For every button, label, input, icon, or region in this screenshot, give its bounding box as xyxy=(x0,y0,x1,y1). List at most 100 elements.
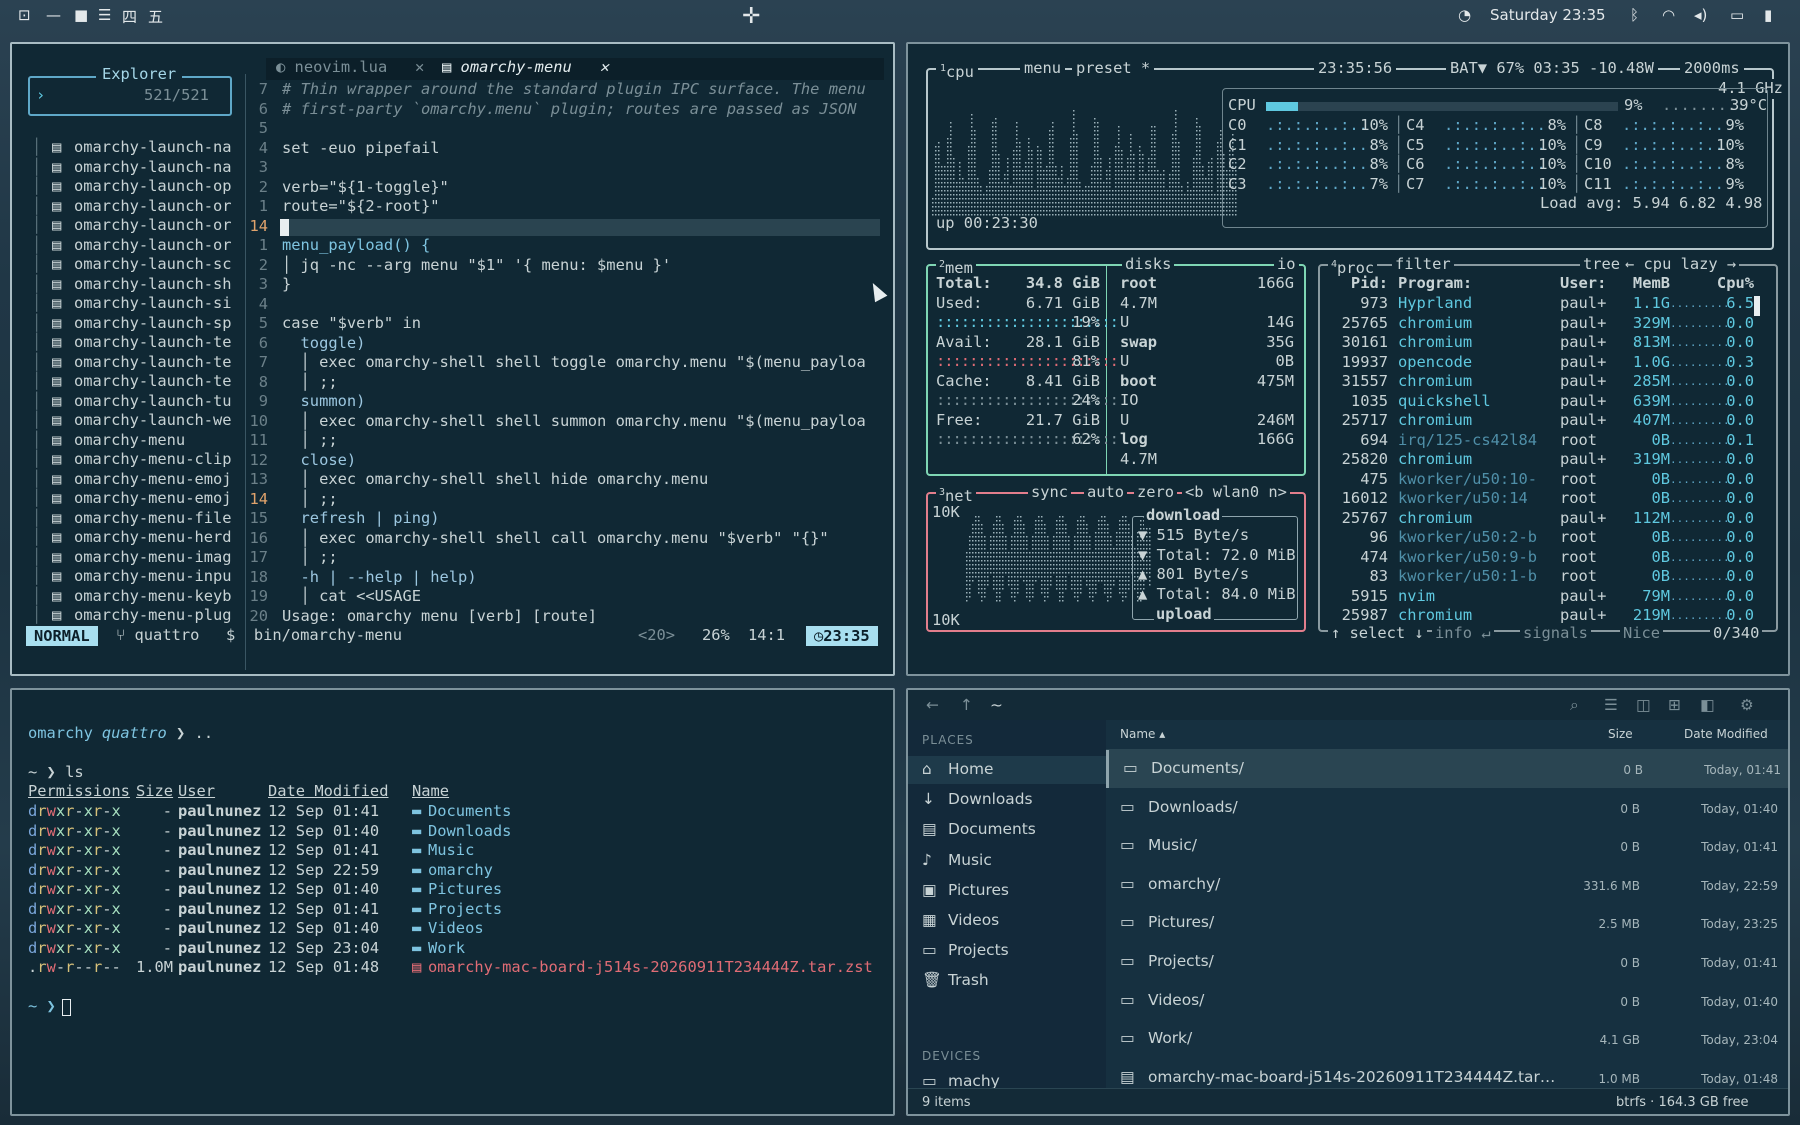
proc-cell[interactable]: 474 xyxy=(1328,548,1388,568)
tab-omarchy-menu[interactable]: ▤ omarchy-menu ✕ xyxy=(442,58,609,78)
proc-cell[interactable]: 25767 xyxy=(1328,509,1388,529)
workspace-3[interactable]: ☰ xyxy=(98,6,111,24)
proc-cell[interactable]: root xyxy=(1560,567,1620,587)
proc-sort[interactable]: ← cpu lazy → xyxy=(1622,255,1740,275)
fm-row[interactable]: ▭ Work/4.1 GB Today, 23:04 xyxy=(1106,1020,1788,1058)
bluetooth-icon[interactable]: ᛒ xyxy=(1630,6,1639,24)
proc-cell[interactable]: root xyxy=(1560,470,1620,490)
place-item[interactable]: ▣ Pictures xyxy=(908,877,1106,905)
proc-cell[interactable]: paul+ xyxy=(1560,606,1620,626)
list-view-icon[interactable]: ☰ xyxy=(1604,696,1618,716)
place-item[interactable]: ▦ Videos xyxy=(908,907,1106,935)
proc-cell[interactable]: 0B xyxy=(1620,489,1670,509)
proc-column-header[interactable]: User: xyxy=(1560,274,1620,294)
proc-cell[interactable]: 5915 xyxy=(1328,587,1388,607)
ls-name[interactable]: Documents xyxy=(428,802,511,822)
place-item[interactable]: ↓ Downloads xyxy=(908,786,1106,814)
fm-row[interactable]: ▭ Pictures/2.5 MB Today, 23:25 xyxy=(1106,904,1788,942)
workspace-4[interactable]: 四 xyxy=(122,6,137,27)
fm-row[interactable]: ▭ Videos/0 B Today, 01:40 xyxy=(1106,982,1788,1020)
grid-view-icon[interactable]: ⊞ xyxy=(1668,696,1681,716)
net-sync[interactable]: sync xyxy=(1028,483,1072,503)
ls-name[interactable]: omarchy xyxy=(428,861,493,881)
fm-row[interactable]: ▭ Downloads/0 B Today, 01:40 xyxy=(1106,789,1788,827)
proc-cell[interactable]: 0B xyxy=(1620,431,1670,451)
io-toggle[interactable]: io xyxy=(1274,255,1299,275)
ls-name[interactable]: Videos xyxy=(428,919,484,939)
proc-column-header[interactable]: Program: xyxy=(1398,274,1548,294)
proc-cell[interactable]: 1.1G xyxy=(1620,294,1670,314)
proc-cell[interactable]: root xyxy=(1560,528,1620,548)
proc-cell[interactable]: chromium xyxy=(1398,333,1548,353)
back-arrow-icon[interactable]: ← xyxy=(926,696,939,716)
app-grid-icon[interactable]: ⊡ xyxy=(18,6,31,24)
ls-name[interactable]: Downloads xyxy=(428,822,511,842)
proc-cell[interactable]: 16012 xyxy=(1328,489,1388,509)
up-arrow-icon[interactable]: ↑ xyxy=(960,696,973,716)
proc-cell[interactable]: kworker/u50:9-b xyxy=(1398,548,1548,568)
proc-scrollbar[interactable] xyxy=(1754,296,1760,316)
proc-cell[interactable]: 219M xyxy=(1620,606,1670,626)
proc-cell[interactable]: 1035 xyxy=(1328,392,1388,412)
cpu-tab[interactable]: 1cpu xyxy=(936,59,978,83)
proc-cell[interactable]: chromium xyxy=(1398,606,1548,626)
proc-cell[interactable]: kworker/u50:14 xyxy=(1398,489,1548,509)
workspace-1[interactable]: — xyxy=(46,6,61,24)
proc-cell[interactable]: paul+ xyxy=(1560,294,1620,314)
date-column[interactable]: Date Modified xyxy=(1684,725,1768,745)
proc-cell[interactable]: 0B xyxy=(1620,567,1670,587)
proc-cell[interactable]: 25820 xyxy=(1328,450,1388,470)
columns-view-icon[interactable]: ◫ xyxy=(1636,696,1651,716)
proc-cell[interactable]: 973 xyxy=(1328,294,1388,314)
proc-cell[interactable]: root xyxy=(1560,548,1620,568)
proc-cell[interactable]: 319M xyxy=(1620,450,1670,470)
proc-column-header[interactable]: Cpu% xyxy=(1708,274,1754,294)
proc-cell[interactable]: Hyprland xyxy=(1398,294,1548,314)
proc-cell[interactable]: 407M xyxy=(1620,411,1670,431)
idle-icon[interactable]: ◔ xyxy=(1458,6,1471,24)
place-item[interactable]: ▤ Documents xyxy=(908,816,1106,844)
terminal-window[interactable]: omarchy quattro ❯ .. ~ ❯ ls Permissions Size… xyxy=(10,688,895,1116)
proc-info[interactable]: info ↵ xyxy=(1432,624,1494,644)
ls-name[interactable]: Projects xyxy=(428,900,502,920)
tab-neovim-lua[interactable]: ◐ neovim.lua ✕ xyxy=(276,58,424,78)
btop-window[interactable]: 1cpu menu preset * 23:35:56 BAT▼ 67% 03:… xyxy=(906,42,1790,676)
preset-tab[interactable]: preset * xyxy=(1072,59,1155,79)
proc-cell[interactable]: 329M xyxy=(1620,314,1670,334)
ls-name[interactable]: omarchy-mac-board-j514s-20260911T234444Z… xyxy=(428,958,873,978)
proc-signals[interactable]: signals xyxy=(1520,624,1591,644)
proc-cell[interactable]: chromium xyxy=(1398,372,1548,392)
proc-cell[interactable]: 475 xyxy=(1328,470,1388,490)
proc-cell[interactable]: 0B xyxy=(1620,528,1670,548)
proc-cell[interactable]: paul+ xyxy=(1560,411,1620,431)
proc-cell[interactable]: 83 xyxy=(1328,567,1388,587)
proc-nice[interactable]: Nice xyxy=(1620,624,1664,644)
fm-row[interactable]: ▭ Music/0 B Today, 01:41 xyxy=(1106,827,1788,865)
proc-cell[interactable]: chromium xyxy=(1398,411,1548,431)
size-column[interactable]: Size xyxy=(1608,725,1633,745)
ls-name[interactable]: Work xyxy=(428,939,465,959)
ls-name[interactable]: Music xyxy=(428,841,474,861)
settings-sliders-icon[interactable]: ⚙ xyxy=(1740,696,1754,716)
place-item[interactable]: ♪ Music xyxy=(908,847,1106,875)
proc-filter[interactable]: filter xyxy=(1392,255,1454,275)
battery-icon[interactable]: ▮ xyxy=(1764,6,1772,24)
workspace-2[interactable]: ■ xyxy=(74,6,88,24)
fm-row[interactable]: ▭ Projects/0 B Today, 01:41 xyxy=(1106,943,1788,981)
fm-file-list[interactable]: ▭ Documents/0 B Today, 01:41 ▭ Downloads/0 B… xyxy=(1106,750,1788,1088)
fm-row[interactable]: ▭ Documents/0 B Today, 01:41 xyxy=(1106,750,1788,788)
proc-cell[interactable]: kworker/u50:2-b xyxy=(1398,528,1548,548)
proc-cell[interactable]: 30161 xyxy=(1328,333,1388,353)
proc-cell[interactable]: 0B xyxy=(1620,470,1670,490)
proc-cell[interactable]: 813M xyxy=(1620,333,1670,353)
menu-tab[interactable]: menu xyxy=(1020,59,1066,79)
proc-cell[interactable]: 0B xyxy=(1620,548,1670,568)
proc-cell[interactable]: 19937 xyxy=(1328,353,1388,373)
neovim-window[interactable]: Explorer › 521/521 │ ▤ omarchy-launch-na │ ▤… xyxy=(10,42,895,676)
place-item[interactable]: ▭ Projects xyxy=(908,937,1106,965)
file-manager-window[interactable]: ← ↑ ~ ⌕ ☰ ◫ ⊞ ◧ ⚙ PLACES ⌂ Home ↓ Downloads… xyxy=(906,688,1790,1116)
clock[interactable]: Saturday 23:35 xyxy=(1490,6,1606,24)
proc-column-header[interactable]: MemB xyxy=(1620,274,1670,294)
proc-cell[interactable]: 25765 xyxy=(1328,314,1388,334)
disks-title[interactable]: disks xyxy=(1122,255,1175,275)
